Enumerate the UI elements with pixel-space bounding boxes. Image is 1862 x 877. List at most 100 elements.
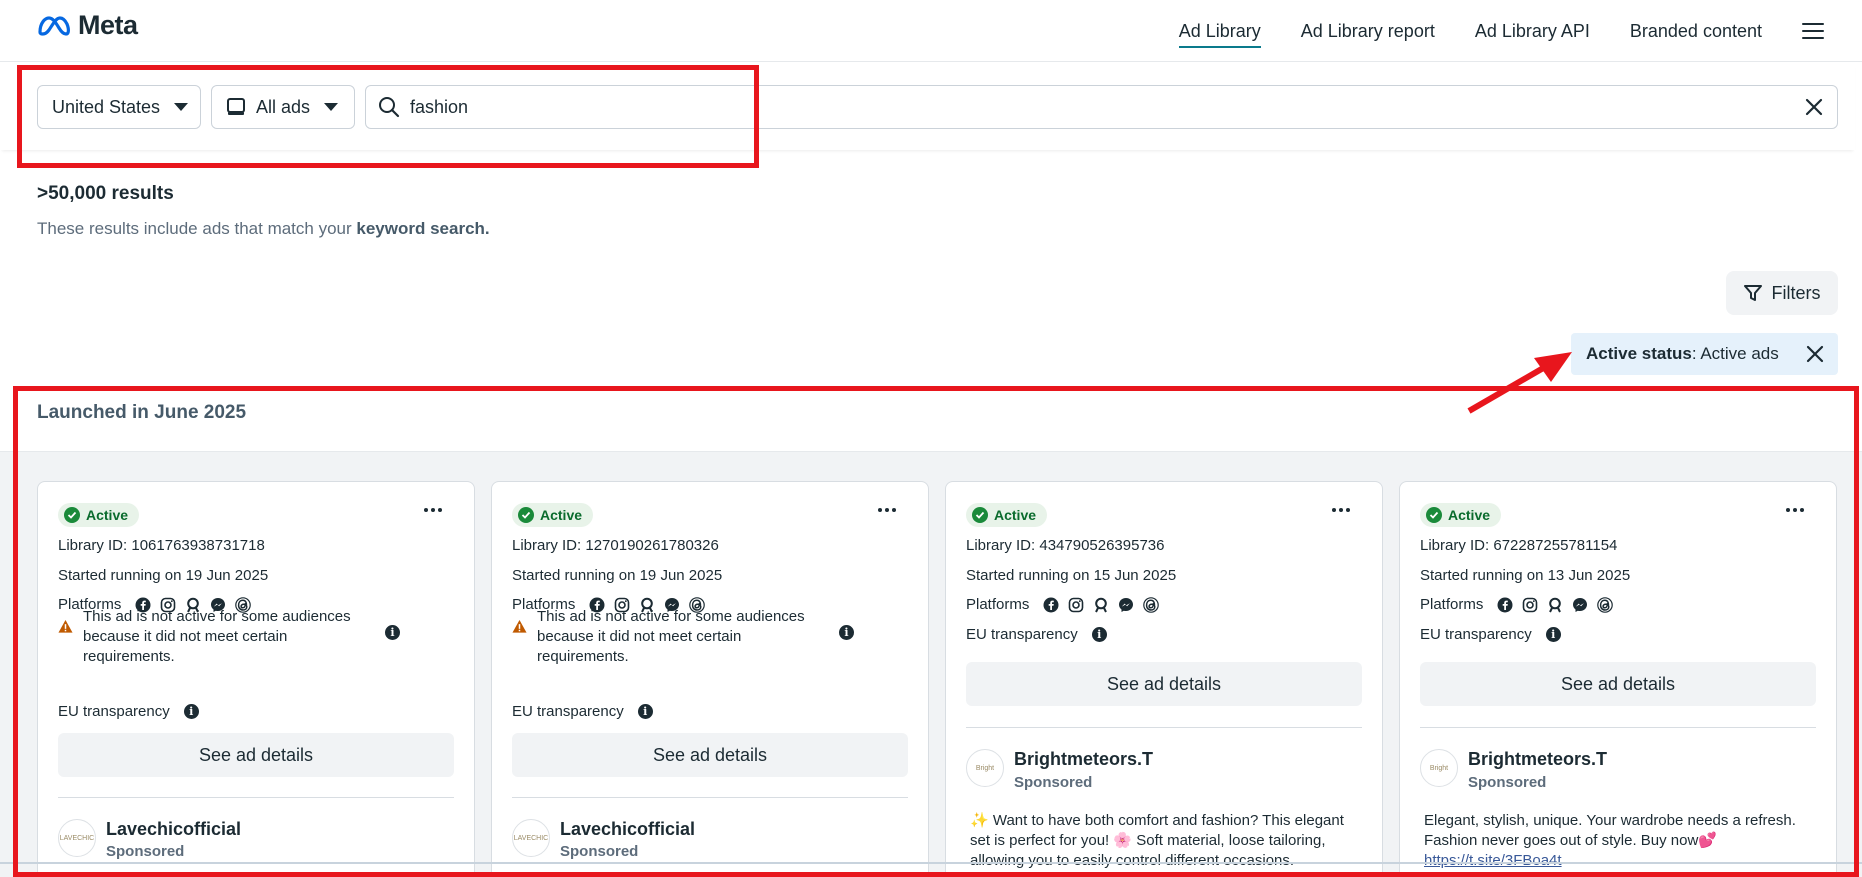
info-icon[interactable]: i xyxy=(385,625,400,640)
messenger-icon xyxy=(1119,597,1134,612)
monitor-icon xyxy=(227,98,245,115)
advertiser-avatar[interactable]: LAVECHIC xyxy=(512,819,550,857)
more-options-icon[interactable] xyxy=(878,508,896,512)
facebook-icon xyxy=(1497,597,1513,612)
messenger-icon xyxy=(1573,597,1588,612)
chip-value: : Active ads xyxy=(1691,344,1779,363)
ad-link[interactable]: https://t.site/3FBoa4t xyxy=(1424,852,1562,869)
see-ad-details-button[interactable]: See ad details xyxy=(966,662,1362,706)
results-note-text: These results include ads that match you… xyxy=(37,219,357,238)
card-divider xyxy=(1420,727,1816,728)
start-date: Started running on 19 Jun 2025 xyxy=(58,567,269,584)
audience-network-icon xyxy=(1549,597,1562,612)
results-note: These results include ads that match you… xyxy=(37,219,490,239)
status-badge: Active xyxy=(512,503,594,527)
country-select-value: United States xyxy=(52,96,161,117)
threads-icon xyxy=(1597,596,1614,613)
search-bar: United States All ads xyxy=(0,62,1855,150)
advertiser-avatar[interactable]: LAVECHIC xyxy=(58,819,96,857)
more-options-icon[interactable] xyxy=(1786,508,1804,512)
instagram-icon xyxy=(1069,597,1084,612)
eu-transparency-row: EU transparency i xyxy=(966,626,1107,643)
warning-icon xyxy=(512,619,527,633)
eu-transparency-row: EU transparency i xyxy=(58,703,199,720)
status-label: Active xyxy=(86,507,129,523)
nav-ad-library-api[interactable]: Ad Library API xyxy=(1475,0,1590,62)
filters-button[interactable]: Filters xyxy=(1726,271,1838,315)
info-icon[interactable]: i xyxy=(637,704,653,719)
top-header: Meta Ad Library Ad Library report Ad Lib… xyxy=(0,0,1862,62)
check-circle-icon xyxy=(518,507,534,523)
meta-logo[interactable]: Meta xyxy=(36,10,138,41)
see-ad-details-button[interactable]: See ad details xyxy=(1420,662,1816,706)
status-label: Active xyxy=(994,507,1037,523)
info-icon[interactable]: i xyxy=(839,625,854,640)
ad-type-select-value: All ads xyxy=(256,96,311,117)
hamburger-icon[interactable] xyxy=(1802,21,1824,41)
audience-warning: This ad is not active for some audiences… xyxy=(512,607,854,667)
close-icon[interactable] xyxy=(1806,345,1824,363)
top-nav: Ad Library Ad Library report Ad Library … xyxy=(1178,0,1862,62)
library-id: Library ID: 672287255781154 xyxy=(1420,537,1618,554)
platforms-label: Platforms xyxy=(966,596,1030,613)
check-circle-icon xyxy=(64,507,80,523)
info-icon[interactable]: i xyxy=(1091,627,1107,642)
threads-icon xyxy=(1143,596,1160,613)
start-date: Started running on 19 Jun 2025 xyxy=(512,567,723,584)
nav-ad-library[interactable]: Ad Library xyxy=(1178,0,1261,62)
search-input[interactable] xyxy=(410,96,1710,118)
warning-icon xyxy=(58,619,73,633)
card-divider xyxy=(58,797,454,798)
card-divider xyxy=(966,727,1362,728)
start-date: Started running on 13 Jun 2025 xyxy=(1420,567,1631,584)
advertiser-name[interactable]: Lavechicofficial xyxy=(560,819,695,840)
card-divider xyxy=(512,797,908,798)
ad-card: Active Library ID: 1061763938731718 Star… xyxy=(37,481,475,877)
library-id: Library ID: 434790526395736 xyxy=(966,537,1165,554)
check-circle-icon xyxy=(1426,507,1442,523)
nav-branded-content[interactable]: Branded content xyxy=(1630,0,1762,62)
search-icon xyxy=(379,97,400,118)
warning-text: This ad is not active for some audiences… xyxy=(83,608,351,665)
see-ad-details-button[interactable]: See ad details xyxy=(58,733,454,777)
ad-card: Active Library ID: 672287255781154 Start… xyxy=(1399,481,1837,877)
info-icon[interactable]: i xyxy=(183,704,199,719)
viewport-bottom-edge xyxy=(0,862,1862,864)
results-count: >50,000 results xyxy=(37,183,174,204)
advertiser-name[interactable]: Brightmeteors.T xyxy=(1468,749,1607,770)
sponsored-label: Sponsored xyxy=(1014,774,1093,791)
platforms-row: Platforms xyxy=(1420,596,1614,613)
eu-transparency-label: EU transparency xyxy=(966,626,1078,643)
more-options-icon[interactable] xyxy=(424,508,442,512)
advertiser-avatar[interactable]: Bright xyxy=(1420,749,1458,787)
start-date: Started running on 15 Jun 2025 xyxy=(966,567,1177,584)
status-badge: Active xyxy=(966,503,1048,527)
chevron-down-icon xyxy=(324,103,339,111)
results-note-bold: keyword search. xyxy=(356,219,490,238)
eu-transparency-row: EU transparency i xyxy=(512,703,653,720)
see-ad-details-button[interactable]: See ad details xyxy=(512,733,908,777)
library-id: Library ID: 1270190261780326 xyxy=(512,537,719,554)
ad-card: Active Library ID: 434790526395736 Start… xyxy=(945,481,1383,877)
sponsored-label: Sponsored xyxy=(106,843,185,860)
sponsored-label: Sponsored xyxy=(560,843,639,860)
advertiser-name[interactable]: Brightmeteors.T xyxy=(1014,749,1153,770)
ad-type-select[interactable]: All ads xyxy=(211,85,355,129)
audience-warning: This ad is not active for some audiences… xyxy=(58,607,400,667)
info-icon[interactable]: i xyxy=(1545,627,1561,642)
eu-transparency-label: EU transparency xyxy=(1420,626,1532,643)
nav-ad-library-report[interactable]: Ad Library report xyxy=(1301,0,1435,62)
eu-transparency-label: EU transparency xyxy=(512,703,624,720)
section-header: Launched in June 2025 xyxy=(0,388,1862,452)
advertiser-avatar[interactable]: Bright xyxy=(966,749,1004,787)
keyword-search-field[interactable] xyxy=(365,85,1838,129)
section-title: Launched in June 2025 xyxy=(37,402,247,423)
close-icon[interactable] xyxy=(1803,96,1825,118)
status-badge: Active xyxy=(1420,503,1502,527)
meta-logo-text: Meta xyxy=(78,10,138,40)
platforms-row: Platforms xyxy=(966,596,1160,613)
status-label: Active xyxy=(540,507,583,523)
more-options-icon[interactable] xyxy=(1332,508,1350,512)
country-select[interactable]: United States xyxy=(37,85,201,129)
advertiser-name[interactable]: Lavechicofficial xyxy=(106,819,241,840)
